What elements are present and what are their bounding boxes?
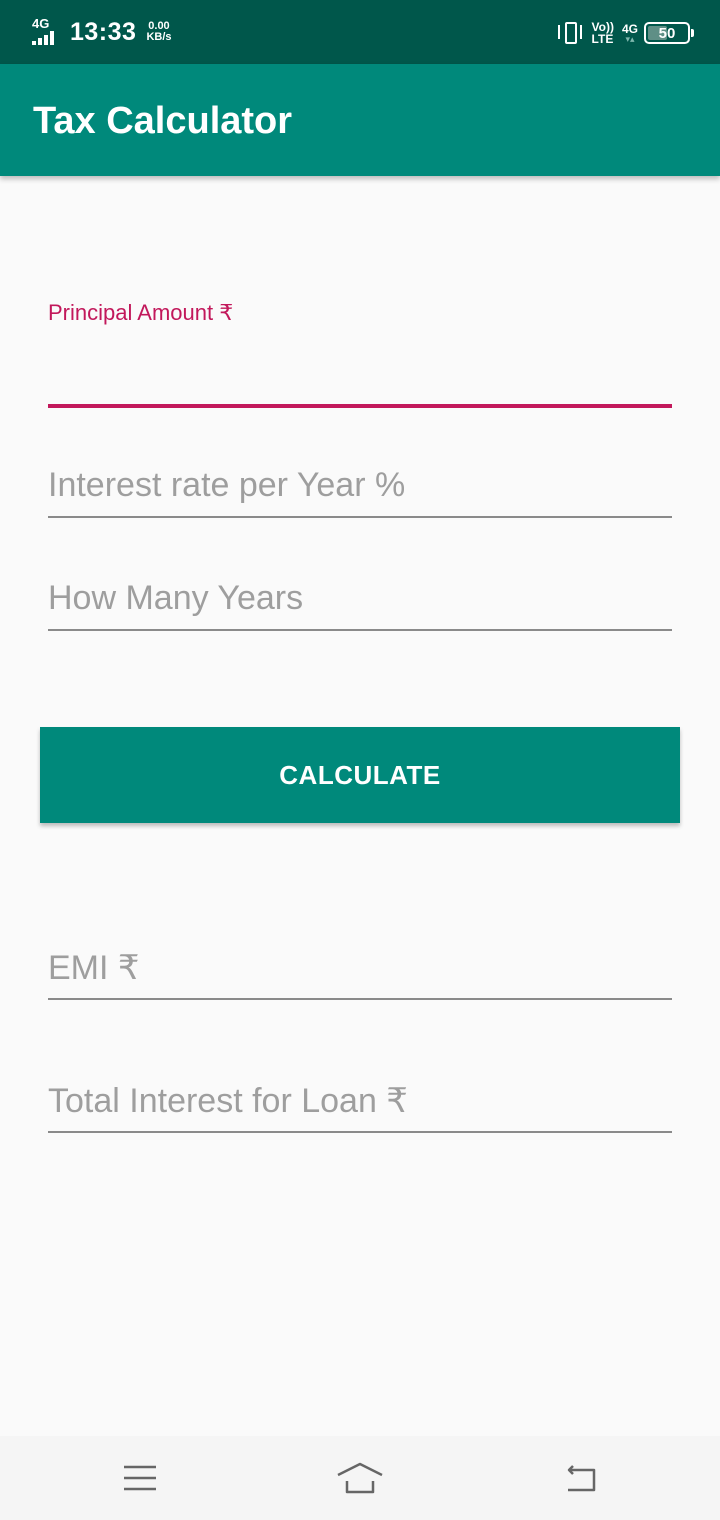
battery-level: 50 <box>658 24 676 42</box>
principal-amount-field[interactable]: Principal Amount ₹ <box>48 300 672 408</box>
interest-rate-underline <box>48 516 672 518</box>
page-title: Tax Calculator <box>33 100 293 142</box>
back-icon <box>567 1465 596 1492</box>
menu-icon <box>124 1465 156 1491</box>
total-interest-field[interactable]: Total Interest for Loan ₹ <box>48 1065 672 1133</box>
interest-rate-placeholder: Interest rate per Year % <box>48 466 406 504</box>
battery-icon: 50 <box>644 22 694 44</box>
emi-placeholder: EMI ₹ <box>48 949 140 987</box>
status-bar: 4G 13:33 0.00 KB/s Vo)) LTE 4G ▾▴ 50 <box>0 0 720 64</box>
volte-bottom: LTE <box>591 32 614 46</box>
interest-rate-field[interactable]: Interest rate per Year % <box>48 450 672 518</box>
years-underline <box>48 629 672 631</box>
vibrate-icon <box>557 19 584 47</box>
menu-button[interactable] <box>110 1458 170 1498</box>
home-button[interactable] <box>330 1458 390 1498</box>
home-icon <box>337 1462 383 1494</box>
network-type: 4G <box>32 16 50 31</box>
principal-amount-label: Principal Amount ₹ <box>48 300 234 325</box>
years-placeholder: How Many Years <box>48 579 304 617</box>
emi-underline <box>48 998 672 1000</box>
volte-icon: Vo)) LTE <box>592 21 614 45</box>
emi-field[interactable]: EMI ₹ <box>48 932 672 1000</box>
navigation-bar <box>0 1436 720 1520</box>
principal-amount-underline <box>48 404 672 408</box>
years-field[interactable]: How Many Years <box>48 563 672 631</box>
network-type-right: 4G <box>621 21 638 36</box>
net-speed-unit: KB/s <box>146 31 172 43</box>
mobile-data-icon: 4G ▾▴ <box>621 21 638 44</box>
signal-icon: 4G <box>32 17 62 47</box>
total-interest-underline <box>48 1131 672 1133</box>
calculate-button[interactable]: CALCULATE <box>40 727 680 823</box>
total-interest-placeholder: Total Interest for Loan ₹ <box>48 1082 408 1120</box>
app-bar: Tax Calculator <box>0 64 720 176</box>
net-speed: 0.00 KB/s <box>146 21 171 43</box>
clock: 13:33 <box>70 17 137 46</box>
back-button[interactable] <box>550 1458 610 1498</box>
